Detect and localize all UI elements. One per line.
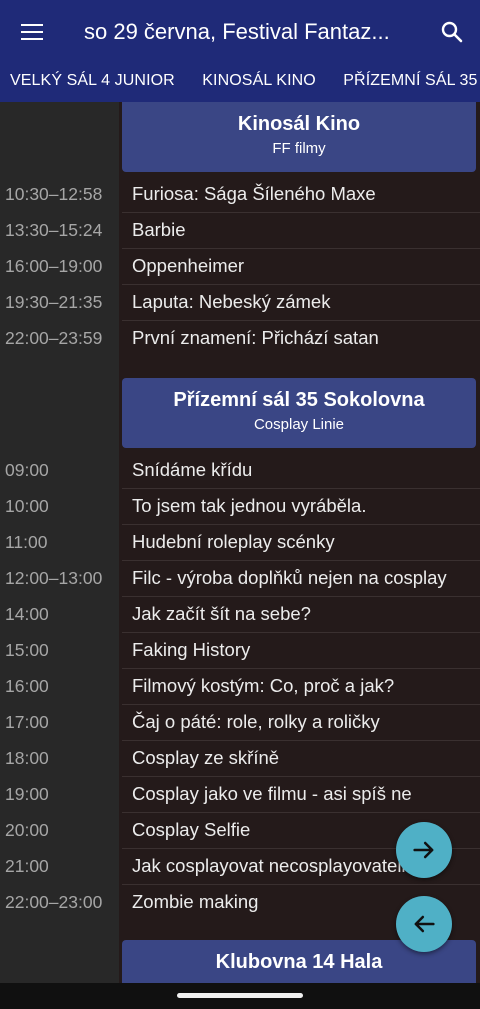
item-time: 19:00 <box>5 784 49 804</box>
list-item[interactable]: 09:00 Snídáme křídu <box>0 452 480 489</box>
item-title: Snídáme křídu <box>122 452 480 489</box>
item-title: Čaj o páté: role, rolky a roličky <box>122 704 480 741</box>
section-header: Kinosál Kino FF filmy <box>122 102 476 172</box>
item-time: 11:00 <box>5 532 48 552</box>
list-item[interactable]: 13:30–15:24 Barbie <box>0 212 480 249</box>
section-subtitle: FF filmy <box>272 140 326 157</box>
item-title: Laputa: Nebeský zámek <box>122 284 480 321</box>
item-title: První znamení: Přichází satan <box>132 327 379 348</box>
tab-kinosal[interactable]: KINOSÁL KINO <box>192 64 329 98</box>
item-title: Cosplay ze skříně <box>122 740 480 777</box>
item-title: Jak začít šít na sebe? <box>122 596 480 633</box>
item-title: Hudební roleplay scénky <box>122 524 480 561</box>
list-item[interactable]: 12:00–13:00 Filc - výroba doplňků nejen … <box>0 560 480 597</box>
search-icon <box>441 21 463 43</box>
item-title: Filmový kostým: Co, proč a jak? <box>122 668 480 705</box>
section-name: Přízemní sál 35 Sokolovna <box>173 389 425 411</box>
item-title: Barbie <box>122 212 480 249</box>
item-time: 19:30–21:35 <box>5 292 103 312</box>
list-item[interactable]: 19:00 Cosplay jako ve filmu - asi spíš n… <box>0 776 480 813</box>
item-title: Oppenheimer <box>122 248 480 285</box>
next-button[interactable] <box>396 822 452 878</box>
page-title: so 29 června, Festival Fantaz... <box>84 19 390 44</box>
list-item[interactable]: 17:00 Čaj o páté: role, rolky a roličky <box>0 704 480 741</box>
home-indicator[interactable] <box>177 993 303 998</box>
item-title: To jsem tak jednou vyráběla. <box>122 488 480 525</box>
item-title: Faking History <box>122 632 480 669</box>
app-bar: so 29 června, Festival Fantaz... <box>0 0 480 64</box>
list-item[interactable]: 18:00 Cosplay ze skříně <box>0 740 480 777</box>
item-time: 17:00 <box>5 712 49 732</box>
list-item[interactable]: 16:00 Filmový kostým: Co, proč a jak? <box>0 668 480 705</box>
item-time: 18:00 <box>5 748 49 768</box>
menu-icon <box>21 22 43 43</box>
item-title: Furiosa: Sága Šíleného Maxe <box>122 176 480 213</box>
item-time: 16:00–19:00 <box>5 256 103 276</box>
item-time: 09:00 <box>5 460 49 480</box>
list-item[interactable]: 22:00–23:59 První znamení: Přichází sata… <box>0 320 480 356</box>
system-nav-bar <box>0 983 480 1009</box>
item-title: Cosplay jako ve filmu - asi spíš ne <box>122 776 480 813</box>
item-time: 10:00 <box>5 496 49 516</box>
list-item[interactable]: 11:00 Hudební roleplay scénky <box>0 524 480 561</box>
item-time: 14:00 <box>5 604 49 624</box>
list-item[interactable]: 14:00 Jak začít šít na sebe? <box>0 596 480 633</box>
tab-velky-sal[interactable]: VELKÝ SÁL 4 JUNIOR <box>0 64 188 98</box>
item-time: 22:00–23:59 <box>5 328 103 348</box>
item-time: 13:30–15:24 <box>5 220 103 240</box>
list-item[interactable]: 10:30–12:58 Furiosa: Sága Šíleného Maxe <box>0 176 480 213</box>
item-time: 15:00 <box>5 640 49 660</box>
arrow-right-icon <box>413 841 434 859</box>
list-item[interactable]: 16:00–19:00 Oppenheimer <box>0 248 480 285</box>
search-button[interactable] <box>424 0 480 64</box>
previous-button[interactable] <box>396 896 452 952</box>
item-time: 20:00 <box>5 820 49 840</box>
tab-prizemni-sal[interactable]: PŘÍZEMNÍ SÁL 35 SOKOLOVNA <box>333 64 480 98</box>
item-title: Filc - výroba doplňků nejen na cosplay <box>122 560 480 597</box>
section-name: Klubovna 14 Hala <box>215 951 383 973</box>
list-item[interactable]: 15:00 Faking History <box>0 632 480 669</box>
item-time: 22:00–23:00 <box>5 892 103 912</box>
section-name: Kinosál Kino <box>237 113 361 135</box>
section-header: Přízemní sál 35 Sokolovna Cosplay Linie <box>122 378 476 448</box>
list-item[interactable]: 10:00 To jsem tak jednou vyráběla. <box>0 488 480 525</box>
item-time: 21:00 <box>5 856 49 876</box>
item-time: 10:30–12:58 <box>5 184 103 204</box>
menu-button[interactable] <box>0 0 64 64</box>
list-item[interactable]: 19:30–21:35 Laputa: Nebeský zámek <box>0 284 480 321</box>
item-time: 12:00–13:00 <box>5 568 103 588</box>
arrow-left-icon <box>414 915 435 933</box>
room-tabs: VELKÝ SÁL 4 JUNIOR KINOSÁL KINO PŘÍZEMNÍ… <box>0 64 480 102</box>
section-subtitle: Cosplay Linie <box>253 416 345 433</box>
item-time: 16:00 <box>5 676 49 696</box>
